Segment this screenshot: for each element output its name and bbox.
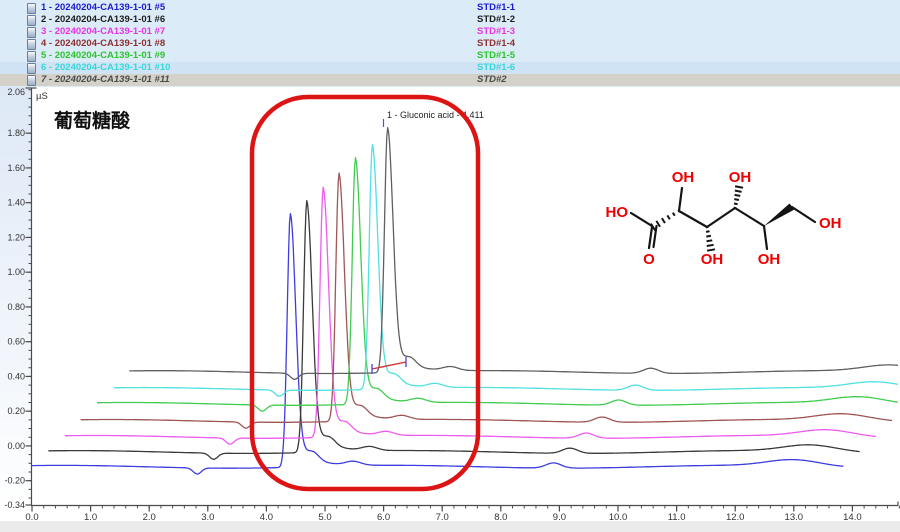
injection-icon xyxy=(27,27,36,38)
x-tick-label: 5.0 xyxy=(318,512,331,523)
x-tick-label: 13.0 xyxy=(785,512,804,523)
y-tick-label: 1.60 xyxy=(7,163,25,173)
y-tick-label: 1.00 xyxy=(7,267,25,277)
cn-compound-annotation: 葡萄糖酸 xyxy=(54,109,131,132)
x-tick-label: 8.0 xyxy=(494,512,507,523)
hash-bond xyxy=(735,195,741,196)
injection-label: 6 - 20240204-CA139-1-01 #10 xyxy=(41,62,170,74)
atom-label-oh-c3: OH xyxy=(701,251,724,268)
hash-bond xyxy=(707,245,714,246)
hash-bond xyxy=(706,236,711,237)
hash-bond xyxy=(734,203,738,204)
hash-bond xyxy=(735,191,742,192)
hash-bond xyxy=(707,240,713,241)
x-tick-label: 3.0 xyxy=(201,512,214,523)
x-tick-label: 7.0 xyxy=(436,512,449,523)
x-tick-label: 2.0 xyxy=(143,512,156,523)
standard-label: STD#2 xyxy=(477,74,507,86)
y-tick-label: 0.20 xyxy=(7,406,25,416)
plot-background xyxy=(0,87,900,532)
y-unit-label: µS xyxy=(36,91,48,102)
injection-label: 3 - 20240204-CA139-1-01 #7 xyxy=(41,26,165,38)
injection-label: 7 - 20240204-CA139-1-01 #11 xyxy=(41,74,170,86)
y-tick-label: -0.34 xyxy=(4,500,25,510)
legend-row-1[interactable]: 1 - 20240204-CA139-1-01 #5 STD#1-1 xyxy=(0,2,900,14)
injection-icon xyxy=(27,51,36,62)
y-tick-label: 2.06 xyxy=(7,87,25,97)
atom-label-oh-c4: OH xyxy=(729,169,752,186)
injection-icon xyxy=(27,3,36,14)
bottom-strip xyxy=(0,521,900,532)
hash-bond xyxy=(734,199,739,200)
y-tick-label: 0.00 xyxy=(7,441,25,451)
injection-label: 1 - 20240204-CA139-1-01 #5 xyxy=(41,2,165,14)
chromatography-window: { "legend": { "background": "#dcebf8", "… xyxy=(0,0,900,532)
y-tick-label: -0.20 xyxy=(4,476,25,486)
injection-label: 5 - 20240204-CA139-1-01 #9 xyxy=(41,50,165,62)
chromatogram-plot: 2.06 1.80 1.60 1.40 1.20 1.00 0.80 0.60 0.40 0.20… xyxy=(0,87,900,532)
x-tick-label: 6.0 xyxy=(377,512,390,523)
x-tick-label: 10.0 xyxy=(609,512,628,523)
standard-label: STD#1-3 xyxy=(477,26,515,38)
atom-label-oh-c5: OH xyxy=(758,251,781,268)
injection-icon xyxy=(27,63,36,74)
injection-legend: 1 - 20240204-CA139-1-01 #5STD#1-12 - 202… xyxy=(0,0,900,89)
y-tick-label: 1.40 xyxy=(7,198,25,208)
y-tick-label: 0.80 xyxy=(7,302,25,312)
x-tick-label: 12.0 xyxy=(726,512,745,523)
atom-label-oh-c6: OH xyxy=(819,215,842,232)
x-tick-label: 1.0 xyxy=(84,512,97,523)
legend-row-6[interactable]: 6 - 20240204-CA139-1-01 #10 STD#1-6 xyxy=(0,62,900,74)
legend-row-5[interactable]: 5 - 20240204-CA139-1-01 #9 STD#1-5 xyxy=(0,50,900,62)
x-tick-label: 14.0 xyxy=(843,512,862,523)
injection-label: 4 - 20240204-CA139-1-01 #8 xyxy=(41,38,165,50)
atom-label-oh-c2: OH xyxy=(672,169,695,186)
injection-icon xyxy=(27,39,36,50)
legend-row-7[interactable]: 7 - 20240204-CA139-1-01 #11 STD#2 xyxy=(0,74,900,86)
standard-label: STD#1-5 xyxy=(477,50,515,62)
legend-row-3[interactable]: 3 - 20240204-CA139-1-01 #7 STD#1-3 xyxy=(0,26,900,38)
injection-label: 2 - 20240204-CA139-1-01 #6 xyxy=(41,14,165,26)
y-tick-label: 1.80 xyxy=(7,128,25,138)
standard-label: STD#1-6 xyxy=(477,62,515,74)
atom-label-ho: HO xyxy=(606,204,629,221)
standard-label: STD#1-1 xyxy=(477,2,515,14)
legend-row-2[interactable]: 2 - 20240204-CA139-1-01 #6 STD#1-2 xyxy=(0,14,900,26)
legend-row-4[interactable]: 4 - 20240204-CA139-1-01 #8 STD#1-4 xyxy=(0,38,900,50)
standard-label: STD#1-4 xyxy=(477,38,515,50)
x-tick-label: 0.0 xyxy=(25,512,38,523)
peak-label: 1 - Gluconic acid - 4.411 xyxy=(387,110,484,120)
x-tick-label: 11.0 xyxy=(668,512,686,523)
y-tick-label: 0.40 xyxy=(7,371,25,381)
injection-icon xyxy=(27,15,36,26)
injection-icon xyxy=(27,75,36,86)
y-tick-label: 1.20 xyxy=(7,232,25,242)
atom-label-carbonyl-o: O xyxy=(643,251,655,268)
y-tick-label: 0.60 xyxy=(7,337,25,347)
standard-label: STD#1-2 xyxy=(477,14,515,26)
hash-bond xyxy=(706,231,710,232)
x-tick-label: 4.0 xyxy=(260,512,273,523)
x-tick-label: 9.0 xyxy=(553,512,566,523)
